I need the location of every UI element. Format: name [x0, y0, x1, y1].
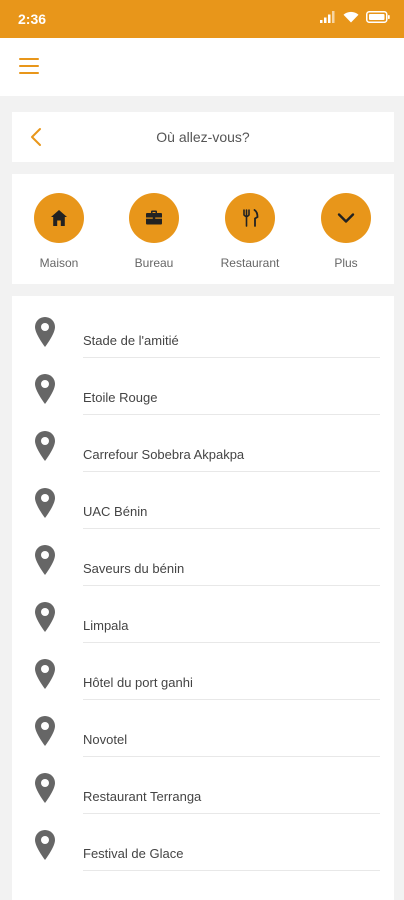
place-name: Saveurs du bénin — [83, 561, 185, 576]
map-pin-icon — [35, 830, 55, 860]
map-pin-icon — [35, 716, 55, 746]
place-name: UAC Bénin — [83, 504, 148, 519]
fork-knife-icon — [225, 193, 275, 243]
divider — [83, 414, 380, 415]
divider — [83, 642, 380, 643]
place-name: Carrefour Sobebra Akpakpa — [83, 447, 245, 462]
map-pin-icon — [35, 602, 55, 632]
divider — [83, 471, 380, 472]
map-pin-icon — [35, 317, 55, 347]
place-item[interactable]: Limpala — [12, 591, 394, 648]
place-name: Restaurant Terranga — [83, 789, 202, 804]
place-item[interactable]: Novotel — [12, 705, 394, 762]
divider — [83, 357, 380, 358]
shortcut-restaurant[interactable]: Restaurant — [210, 193, 290, 270]
shortcut-plus[interactable]: Plus — [306, 193, 386, 270]
place-name: Limpala — [83, 618, 129, 633]
hamburger-menu-icon[interactable] — [19, 58, 39, 74]
divider — [83, 699, 380, 700]
chevron-down-icon — [321, 193, 371, 243]
place-name: Stade de l'amitié — [83, 333, 179, 348]
place-name: Festival de Glace — [83, 846, 184, 861]
map-pin-icon — [35, 773, 55, 803]
shortcut-label: Maison — [39, 256, 79, 270]
place-item[interactable]: Festival de Glace — [12, 819, 394, 876]
status-time: 2:36 — [18, 11, 47, 27]
map-pin-icon — [35, 545, 55, 575]
divider — [83, 528, 380, 529]
place-item[interactable]: Hôtel du port ganhi — [12, 648, 394, 705]
place-name: Etoile Rouge — [83, 390, 158, 405]
divider — [83, 756, 380, 757]
map-pin-icon — [35, 659, 55, 689]
briefcase-icon — [129, 193, 179, 243]
place-item[interactable]: Saveurs du bénin — [12, 534, 394, 591]
place-item[interactable]: Etoile Rouge — [12, 363, 394, 420]
destination-header: Où allez-vous? — [12, 112, 394, 162]
place-item[interactable]: UAC Bénin — [12, 477, 394, 534]
shortcuts-panel: Maison Bureau Restaurant Plus — [12, 174, 394, 284]
status-icons — [320, 11, 390, 23]
map-pin-icon — [35, 431, 55, 461]
place-item[interactable]: Restaurant Terranga — [12, 762, 394, 819]
divider — [83, 870, 380, 871]
destination-question: Où allez-vous? — [156, 129, 250, 145]
status-bar: 2:36 — [0, 0, 404, 38]
place-name: Novotel — [83, 732, 128, 747]
shortcut-label: Bureau — [134, 256, 174, 270]
place-name: Hôtel du port ganhi — [83, 675, 193, 690]
home-icon — [34, 193, 84, 243]
signal-icon — [320, 11, 335, 23]
wifi-icon — [343, 11, 359, 23]
battery-icon — [366, 11, 390, 23]
shortcut-maison[interactable]: Maison — [19, 193, 99, 270]
shortcut-label: Restaurant — [220, 256, 280, 270]
shortcut-label: Plus — [334, 256, 358, 270]
map-pin-icon — [35, 488, 55, 518]
app-bar — [0, 38, 404, 96]
map-pin-icon — [35, 374, 55, 404]
divider — [83, 585, 380, 586]
divider — [83, 813, 380, 814]
places-list: Stade de l'amitié Etoile Rouge Carrefour… — [12, 296, 394, 900]
place-item[interactable]: Stade de l'amitié — [12, 306, 394, 363]
place-item[interactable]: Carrefour Sobebra Akpakpa — [12, 420, 394, 477]
shortcut-bureau[interactable]: Bureau — [114, 193, 194, 270]
